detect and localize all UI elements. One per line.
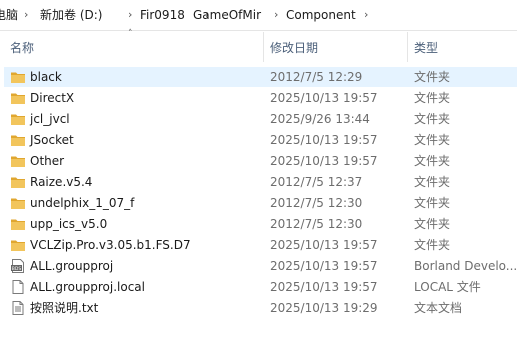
column-header-name[interactable]: 名称 bbox=[10, 40, 34, 56]
file-row[interactable]: upp_ics_v5.0 2012/7/5 12:30 文件夹 bbox=[0, 214, 517, 234]
file-row[interactable]: undelphix_1_07_f 2012/7/5 12:30 文件夹 bbox=[0, 193, 517, 213]
file-type: Borland Develo... bbox=[414, 259, 517, 273]
file-type: 文件夹 bbox=[414, 175, 451, 189]
file-name: black bbox=[30, 70, 62, 84]
file-row[interactable]: DirectX 2025/10/13 19:57 文件夹 bbox=[0, 88, 517, 108]
folder-icon bbox=[10, 195, 26, 211]
breadcrumb-chevron-icon[interactable]: › bbox=[364, 7, 368, 23]
file-row[interactable]: VCLZip.Pro.v3.05.b1.FS.D7 2025/10/13 19:5… bbox=[0, 235, 517, 255]
breadcrumb-item-drive[interactable]: 新加卷 (D:) bbox=[40, 7, 102, 23]
breadcrumb-chevron-icon[interactable]: › bbox=[24, 7, 28, 23]
file-type: 文件夹 bbox=[414, 91, 451, 105]
folder-icon bbox=[10, 153, 26, 169]
file-row[interactable]: Raize.v5.4 2012/7/5 12:37 文件夹 bbox=[0, 172, 517, 192]
file-row[interactable]: 按照说明.txt 2025/10/13 19:29 文本文档 bbox=[0, 298, 517, 318]
groupproj-file-icon: BDS bbox=[10, 258, 26, 274]
file-date: 2025/10/13 19:57 bbox=[270, 238, 378, 252]
file-name: upp_ics_v5.0 bbox=[30, 217, 108, 231]
file-date: 2025/10/13 19:57 bbox=[270, 280, 378, 294]
file-date: 2025/10/13 19:57 bbox=[270, 154, 378, 168]
breadcrumb-chevron-icon[interactable]: › bbox=[274, 7, 278, 23]
column-header-type[interactable]: 类型 bbox=[414, 40, 438, 56]
file-date: 2012/7/5 12:30 bbox=[270, 217, 363, 231]
folder-icon bbox=[10, 237, 26, 253]
file-name: Raize.v5.4 bbox=[30, 175, 93, 189]
sort-ascending-icon: ˄ bbox=[128, 29, 133, 39]
folder-icon bbox=[10, 69, 26, 85]
file-date: 2025/10/13 19:57 bbox=[270, 133, 378, 147]
file-date: 2012/7/5 12:30 bbox=[270, 196, 363, 210]
file-name: DirectX bbox=[30, 91, 75, 105]
file-type: 文件夹 bbox=[414, 133, 451, 147]
file-row[interactable]: black 2012/7/5 12:29 文件夹 bbox=[0, 67, 517, 87]
file-date: 2012/7/5 12:37 bbox=[270, 175, 363, 189]
file-name: ALL.groupproj.local bbox=[30, 280, 145, 294]
file-type: 文件夹 bbox=[414, 112, 451, 126]
file-name: ALL.groupproj bbox=[30, 259, 114, 273]
file-name: 按照说明.txt bbox=[30, 301, 99, 315]
file-type: 文件夹 bbox=[414, 217, 451, 231]
generic-file-icon bbox=[10, 279, 26, 295]
folder-icon bbox=[10, 90, 26, 106]
file-date: 2025/10/13 19:29 bbox=[270, 301, 378, 315]
column-header-row: 名称 修改日期 类型 bbox=[0, 36, 517, 60]
column-divider[interactable] bbox=[407, 32, 408, 62]
folder-icon bbox=[10, 216, 26, 232]
breadcrumb-item-gameofmir[interactable]: GameOfMir bbox=[193, 7, 261, 23]
file-name: undelphix_1_07_f bbox=[30, 196, 135, 210]
file-type: LOCAL 文件 bbox=[414, 280, 481, 294]
file-name: jcl_jvcl bbox=[30, 112, 70, 126]
breadcrumb: 电脑 › 新加卷 (D:) › Fir0918 › GameOfMir › Co… bbox=[0, 0, 517, 31]
folder-icon bbox=[10, 174, 26, 190]
file-type: 文件夹 bbox=[414, 70, 451, 84]
file-row[interactable]: BDS ALL.groupproj 2025/10/13 19:57 Borland … bbox=[0, 256, 517, 276]
file-name: JSocket bbox=[30, 133, 74, 147]
breadcrumb-item-fir0918[interactable]: Fir0918 bbox=[140, 7, 185, 23]
file-type: 文件夹 bbox=[414, 196, 451, 210]
breadcrumb-item-component[interactable]: Component bbox=[286, 7, 356, 23]
text-file-icon bbox=[10, 300, 26, 316]
file-date: 2025/10/13 19:57 bbox=[270, 259, 378, 273]
file-row[interactable]: Other 2025/10/13 19:57 文件夹 bbox=[0, 151, 517, 171]
breadcrumb-item-computer[interactable]: 电脑 bbox=[0, 7, 18, 23]
file-type: 文本文档 bbox=[414, 301, 463, 315]
file-name: VCLZip.Pro.v3.05.b1.FS.D7 bbox=[30, 238, 191, 252]
file-row[interactable]: JSocket 2025/10/13 19:57 文件夹 bbox=[0, 130, 517, 150]
file-date: 2025/9/26 13:44 bbox=[270, 112, 370, 126]
column-divider[interactable] bbox=[263, 32, 264, 62]
file-type: 文件夹 bbox=[414, 238, 451, 252]
folder-icon bbox=[10, 111, 26, 127]
svg-text:BDS: BDS bbox=[12, 266, 22, 272]
file-name: Other bbox=[30, 154, 65, 168]
file-date: 2025/10/13 19:57 bbox=[270, 91, 378, 105]
column-header-date[interactable]: 修改日期 bbox=[270, 40, 318, 56]
folder-icon bbox=[10, 132, 26, 148]
file-row[interactable]: ALL.groupproj.local 2025/10/13 19:57 LOCAL… bbox=[0, 277, 517, 297]
file-date: 2012/7/5 12:29 bbox=[270, 70, 363, 84]
file-type: 文件夹 bbox=[414, 154, 451, 168]
file-row[interactable]: jcl_jvcl 2025/9/26 13:44 文件夹 bbox=[0, 109, 517, 129]
breadcrumb-chevron-icon[interactable]: › bbox=[128, 7, 132, 23]
